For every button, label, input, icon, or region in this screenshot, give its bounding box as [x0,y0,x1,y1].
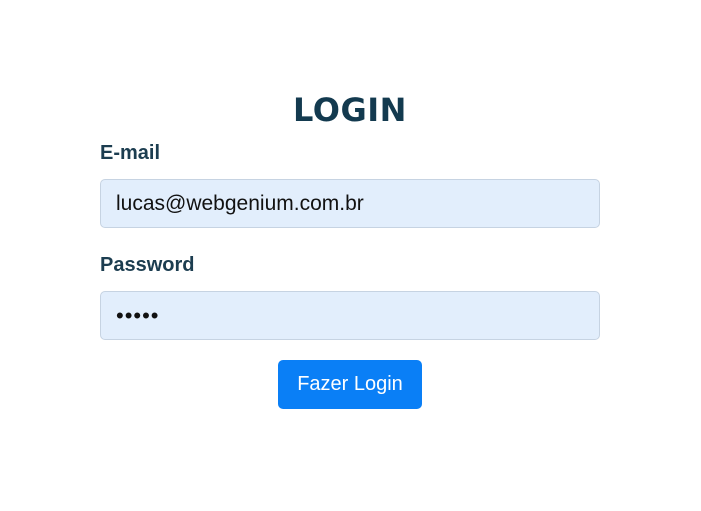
login-button[interactable]: Fazer Login [278,360,422,409]
password-field[interactable] [100,291,600,340]
login-page: LOGIN E-mail Password Fazer Login [0,0,701,511]
submit-row: Fazer Login [100,360,600,409]
email-label: E-mail [100,142,161,164]
page-title: LOGIN [293,91,407,129]
email-field[interactable] [100,179,600,228]
login-form: LOGIN E-mail Password Fazer Login [100,90,600,409]
password-label: Password [100,254,195,276]
